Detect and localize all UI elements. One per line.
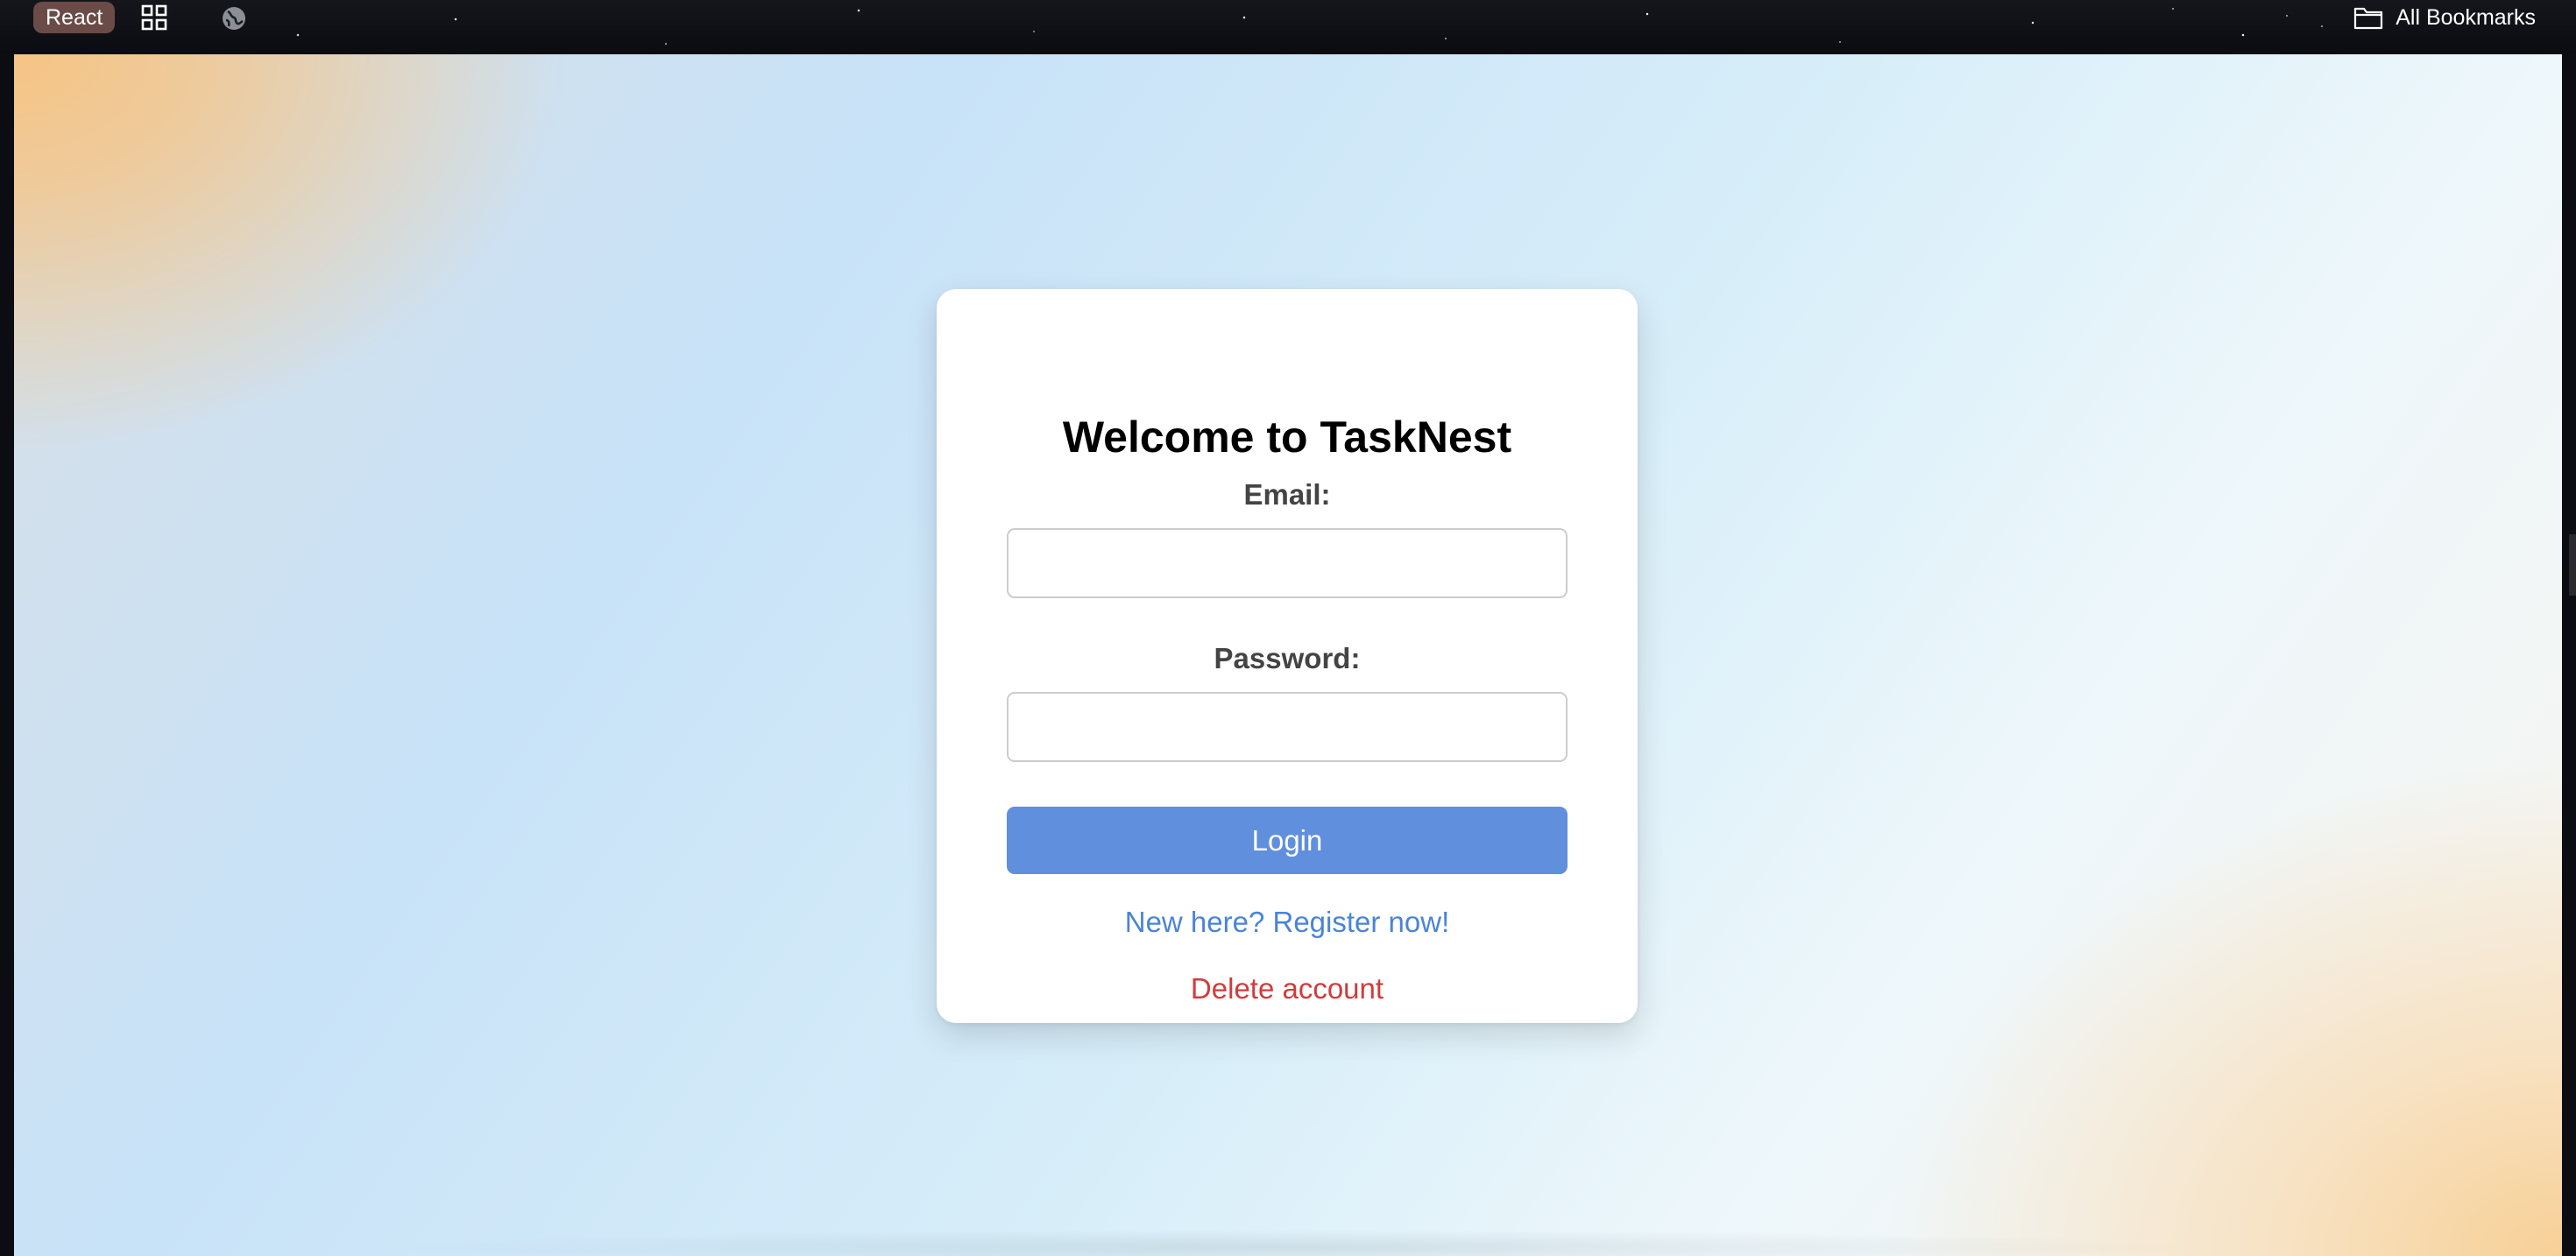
delete-account-link[interactable]: Delete account [937,972,1638,1006]
login-card: Welcome to TaskNest Email: Password: Log… [937,289,1638,1023]
login-button[interactable]: Login [1007,807,1568,874]
apps-grid-icon[interactable] [140,4,168,32]
bookmarks-bar: React All Bookmarks [0,0,2576,54]
password-label: Password: [1214,642,1361,674]
scrollbar-edge [2569,534,2576,596]
page-viewport: Welcome to TaskNest Email: Password: Log… [14,54,2562,1256]
register-link[interactable]: New here? Register now! [937,906,1638,939]
folder-icon [2354,7,2383,30]
all-bookmarks-button[interactable]: All Bookmarks [2353,2,2536,33]
email-field[interactable] [1007,528,1568,598]
globe-icon[interactable] [219,4,249,33]
email-label: Email: [1243,478,1331,511]
all-bookmarks-label: All Bookmarks [2396,4,2536,30]
password-field[interactable] [1007,692,1568,762]
bookmark-react[interactable]: React [33,2,116,33]
login-title: Welcome to TaskNest [1062,413,1512,462]
